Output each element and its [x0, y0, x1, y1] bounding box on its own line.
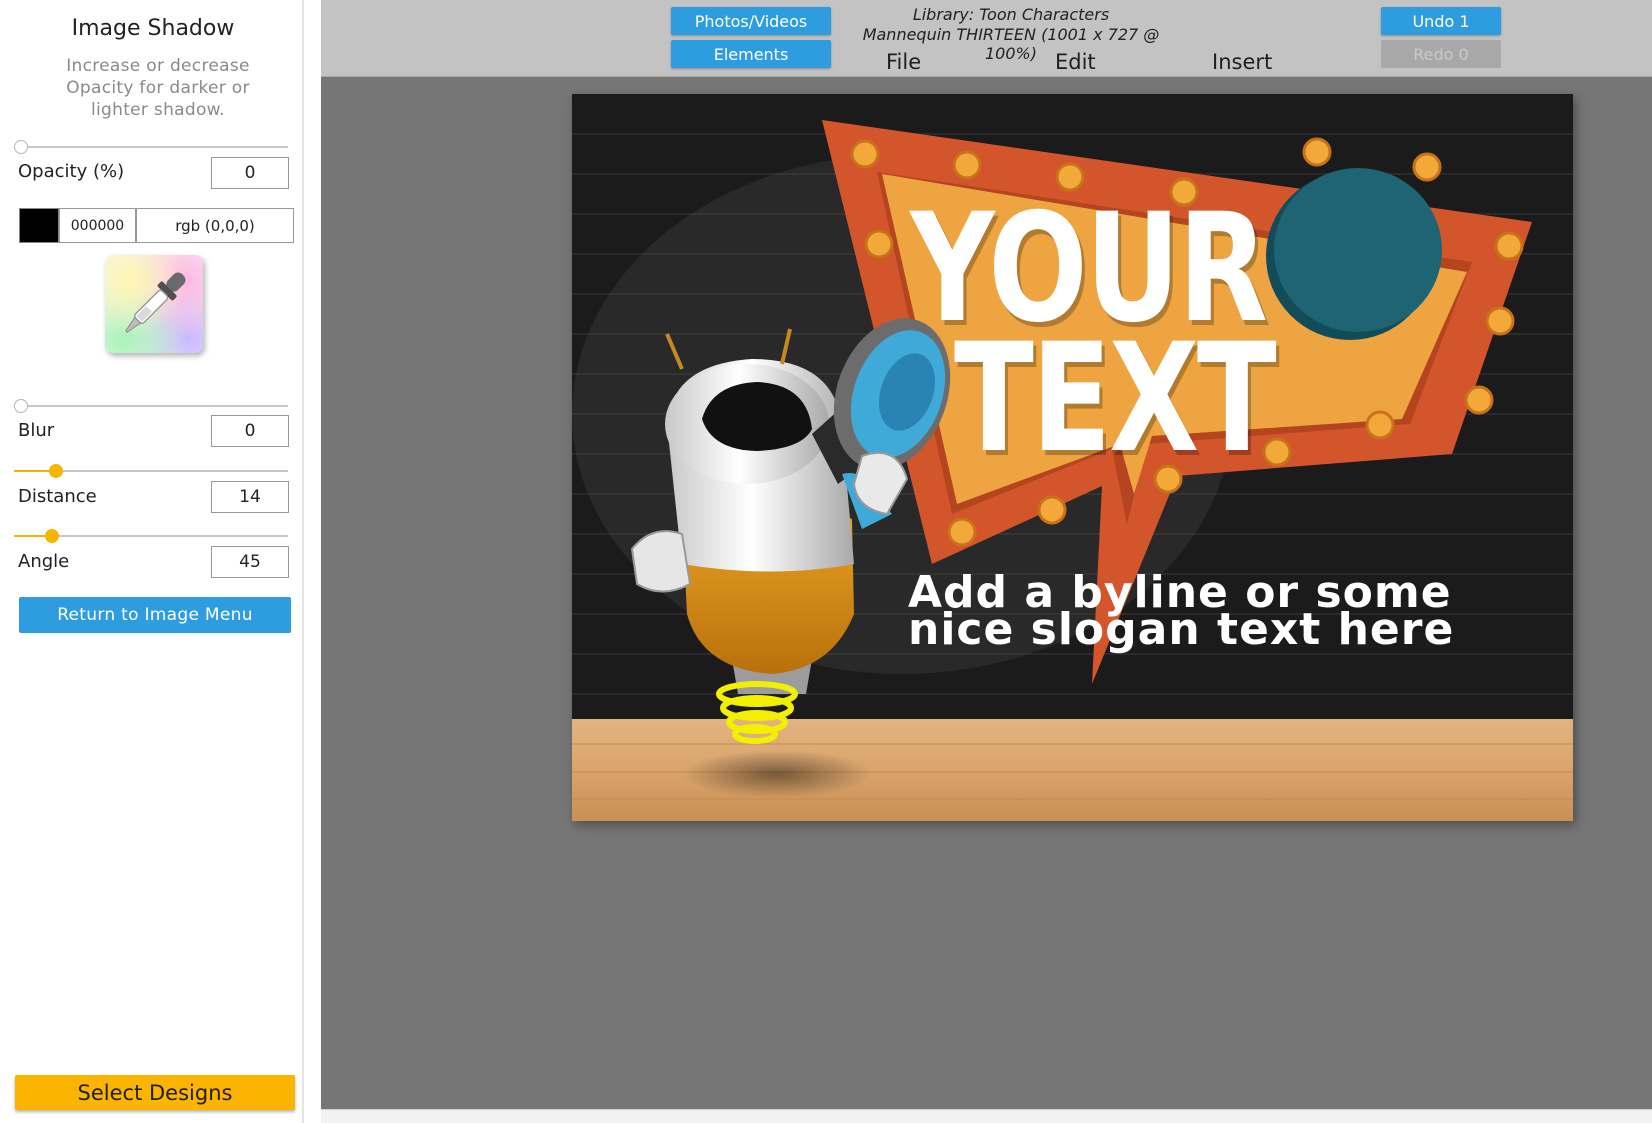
- slider-handle[interactable]: [14, 140, 28, 154]
- slider-track: [14, 405, 288, 407]
- blur-label: Blur: [18, 420, 55, 441]
- distance-input[interactable]: [211, 481, 289, 513]
- elements-button[interactable]: Elements: [671, 40, 831, 68]
- panel-description: Increase or decrease Opacity for darker …: [66, 56, 250, 120]
- slider-handle[interactable]: [45, 529, 59, 543]
- blur-input[interactable]: [211, 415, 289, 447]
- angle-slider[interactable]: [14, 529, 288, 543]
- headline-text[interactable]: TEXT: [954, 324, 1277, 474]
- select-designs-button[interactable]: Select Designs: [15, 1075, 295, 1110]
- photos-videos-button[interactable]: Photos/Videos: [671, 7, 831, 35]
- blur-slider[interactable]: [14, 399, 288, 413]
- opacity-input[interactable]: [211, 157, 289, 189]
- rgb-color-input[interactable]: [136, 208, 294, 243]
- app-window: Image Shadow Increase or decrease Opacit…: [0, 0, 1652, 1123]
- library-name: Library: Toon Characters: [912, 5, 1110, 24]
- top-toolbar: Photos/Videos Elements Library: Toon Cha…: [321, 0, 1652, 77]
- eyedropper-icon: [125, 272, 186, 333]
- byline-line2[interactable]: nice slogan text here: [908, 608, 1508, 652]
- panel-title: Image Shadow: [71, 16, 235, 41]
- angle-input[interactable]: [211, 546, 289, 578]
- distance-slider[interactable]: [14, 464, 288, 478]
- hex-color-input[interactable]: [59, 208, 136, 243]
- bottom-scrollbar[interactable]: [321, 1109, 1652, 1123]
- shadow-color-swatch[interactable]: [19, 208, 59, 243]
- opacity-label: Opacity (%): [18, 161, 125, 182]
- slider-track: [14, 146, 288, 148]
- distance-label: Distance: [18, 486, 97, 507]
- slider-handle[interactable]: [49, 464, 63, 478]
- return-to-image-menu-button[interactable]: Return to Image Menu: [19, 597, 291, 633]
- robot-shadow: [682, 750, 872, 798]
- slider-handle[interactable]: [14, 399, 28, 413]
- editor-workspace: Photos/Videos Elements Library: Toon Cha…: [321, 0, 1652, 1123]
- menu-insert[interactable]: Insert: [1212, 50, 1272, 74]
- undo-button[interactable]: Undo 1: [1381, 7, 1501, 35]
- design-canvas[interactable]: YOUR TEXT Add a byline or some nice slog…: [572, 94, 1573, 821]
- shadow-settings-panel: Image Shadow Increase or decrease Opacit…: [0, 0, 304, 1123]
- angle-label: Angle: [18, 551, 70, 572]
- menu-file[interactable]: File: [886, 50, 921, 74]
- menu-edit[interactable]: Edit: [1055, 50, 1096, 74]
- opacity-slider[interactable]: [14, 140, 288, 154]
- color-picker-button[interactable]: [105, 255, 203, 353]
- redo-button[interactable]: Redo 0: [1381, 40, 1501, 68]
